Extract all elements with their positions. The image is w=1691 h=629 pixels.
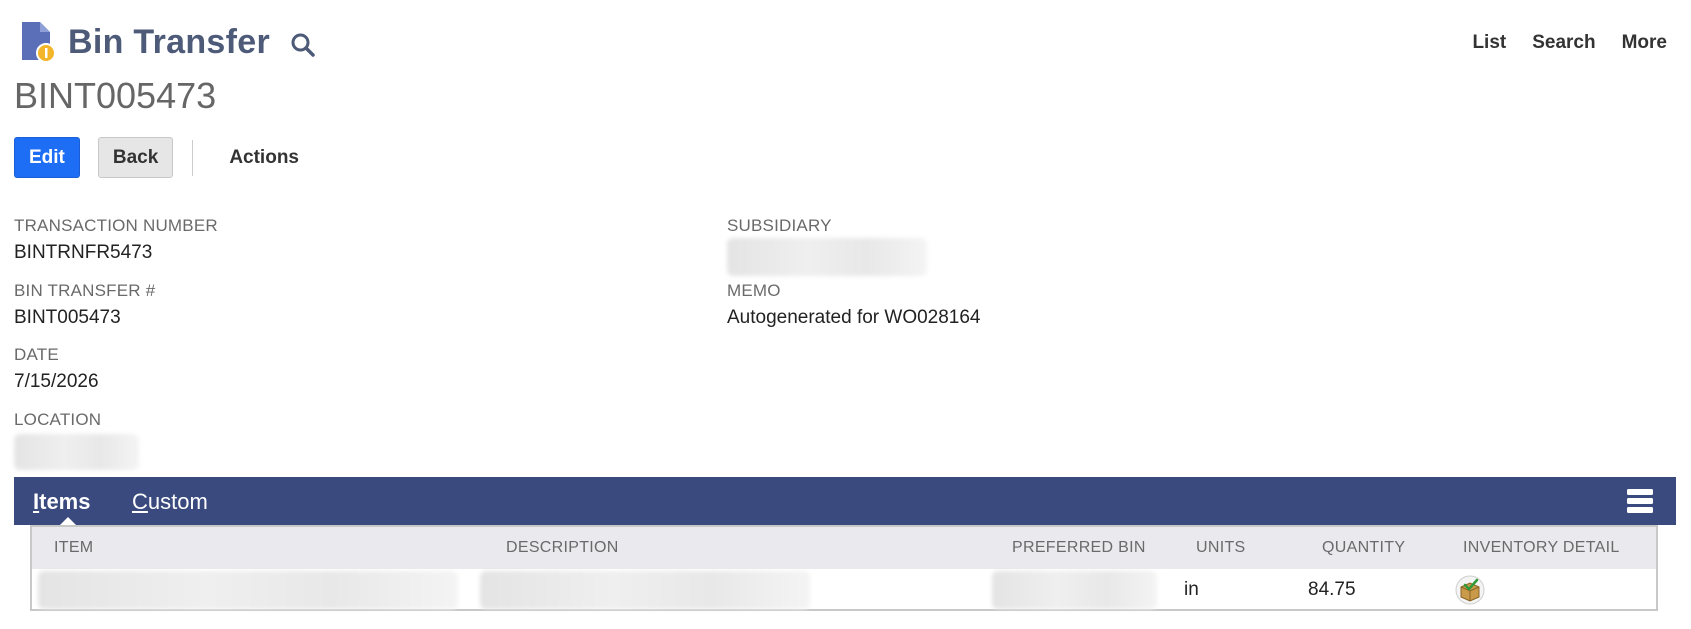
field-label: DATE bbox=[14, 345, 59, 364]
items-table: ITEM DESCRIPTION PREFERRED BIN UNITS QUA… bbox=[30, 525, 1658, 611]
field-value: BINT005473 bbox=[14, 307, 121, 328]
field-date: DATE 7/15/2026 bbox=[14, 345, 99, 393]
action-bar: Edit Back Actions bbox=[14, 137, 299, 178]
divider bbox=[192, 139, 194, 176]
field-location: LOCATION bbox=[14, 410, 139, 470]
subsidiary-value-redacted bbox=[727, 238, 927, 276]
actions-menu[interactable]: Actions bbox=[229, 147, 299, 169]
col-header-description: DESCRIPTION bbox=[506, 539, 619, 556]
col-header-quantity: QUANTITY bbox=[1322, 539, 1406, 556]
record-id: BINT005473 bbox=[14, 75, 217, 116]
page-header: Bin Transfer bbox=[20, 20, 316, 64]
tab-items[interactable]: Items bbox=[33, 489, 90, 515]
field-value: 7/15/2026 bbox=[14, 371, 99, 392]
tab-custom-label: ustom bbox=[147, 489, 208, 514]
field-value: BINTRNFR5473 bbox=[14, 242, 153, 263]
list-view-icon[interactable] bbox=[1626, 488, 1654, 514]
col-header-inventory-detail: INVENTORY DETAIL bbox=[1463, 539, 1620, 556]
field-transaction-number: TRANSACTION NUMBER BINTRNFR5473 bbox=[14, 216, 218, 264]
col-header-preferred-bin: PREFERRED BIN bbox=[1012, 539, 1146, 556]
table-header: ITEM DESCRIPTION PREFERRED BIN UNITS QUA… bbox=[32, 527, 1656, 569]
field-label: TRANSACTION NUMBER bbox=[14, 216, 218, 235]
field-label: SUBSIDIARY bbox=[727, 216, 832, 235]
tab-items-label: tems bbox=[39, 489, 91, 514]
search-icon[interactable] bbox=[290, 32, 316, 58]
subtab-bar: Items Custom bbox=[14, 477, 1676, 526]
inventory-detail-icon[interactable] bbox=[1455, 575, 1485, 605]
bin-transfer-record-icon bbox=[22, 22, 56, 63]
quantity-cell: 84.75 bbox=[1308, 579, 1356, 600]
item-value-redacted[interactable] bbox=[38, 571, 458, 609]
field-label: BIN TRANSFER # bbox=[14, 281, 156, 300]
top-links: List Search More bbox=[1472, 32, 1667, 54]
location-value-redacted bbox=[14, 434, 139, 470]
search-link[interactable]: Search bbox=[1532, 32, 1595, 54]
tab-custom[interactable]: Custom bbox=[132, 489, 208, 515]
col-header-units: UNITS bbox=[1196, 539, 1246, 556]
preferred-bin-value-redacted bbox=[992, 571, 1157, 609]
col-header-item: ITEM bbox=[54, 539, 94, 556]
field-memo: MEMO Autogenerated for WO028164 bbox=[727, 281, 981, 329]
list-link[interactable]: List bbox=[1472, 32, 1506, 54]
field-label: LOCATION bbox=[14, 410, 102, 429]
edit-button[interactable]: Edit bbox=[14, 137, 80, 178]
field-label: MEMO bbox=[727, 281, 781, 300]
tab-custom-access-key: C bbox=[132, 489, 148, 514]
back-button[interactable]: Back bbox=[97, 137, 174, 178]
field-value: Autogenerated for WO028164 bbox=[727, 307, 981, 328]
page-title: Bin Transfer bbox=[68, 22, 270, 61]
field-subsidiary: SUBSIDIARY bbox=[727, 216, 927, 276]
units-cell: in bbox=[1184, 579, 1199, 600]
more-link[interactable]: More bbox=[1622, 32, 1667, 54]
description-value-redacted bbox=[480, 571, 810, 609]
field-bin-transfer-number: BIN TRANSFER # BINT005473 bbox=[14, 281, 155, 329]
